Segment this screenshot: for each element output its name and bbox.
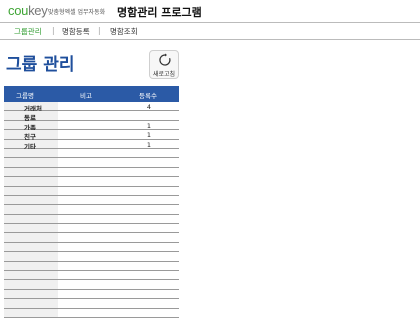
- tab-card-search[interactable]: 명함조회: [110, 26, 138, 37]
- row-name-cell: [4, 158, 58, 167]
- nav-separator: |: [98, 26, 101, 35]
- table-header: 그룹명 비고 등록수: [4, 86, 179, 102]
- program-title: 명함관리 프로그램: [117, 6, 202, 19]
- logo-text-cou: cou: [8, 3, 29, 18]
- table-row[interactable]: [4, 177, 179, 187]
- table-row[interactable]: [4, 205, 179, 215]
- table-row[interactable]: [4, 224, 179, 234]
- row-name-cell: [4, 167, 58, 177]
- row-name-cell: [4, 186, 58, 195]
- table-row[interactable]: [4, 280, 179, 290]
- table-row[interactable]: [4, 167, 179, 178]
- app-header: coukey 맞춤형엑셀 업무자동화 명함관리 프로그램: [0, 0, 420, 22]
- column-header-name: 그룹명: [16, 92, 34, 100]
- table-row[interactable]: 가족 1: [4, 120, 179, 132]
- table-row[interactable]: 거래처 4: [4, 102, 179, 113]
- row-name-cell: [4, 271, 58, 280]
- row-name-cell: [4, 205, 58, 214]
- table-row[interactable]: [4, 289, 179, 300]
- table-row[interactable]: [4, 261, 179, 272]
- row-name-cell: [4, 214, 58, 224]
- tab-group-manage[interactable]: 그룹관리: [14, 26, 42, 37]
- coukey-logo: coukey: [8, 3, 48, 18]
- row-name-cell: [4, 224, 58, 233]
- nav-separator: |: [52, 26, 55, 35]
- row-name-cell: 거래처: [4, 102, 58, 113]
- row-name-cell: [4, 177, 58, 186]
- register-count: 4: [146, 103, 152, 111]
- logo-subtitle: 맞춤형엑셀 업무자동화: [48, 9, 106, 16]
- row-name-cell: 가족: [4, 120, 58, 132]
- row-name-cell: 친구: [4, 130, 58, 141]
- row-name-cell: 기타: [4, 139, 58, 151]
- table-row[interactable]: [4, 186, 179, 196]
- table-row[interactable]: 친구 1: [4, 130, 179, 141]
- refresh-label: 새로고침: [152, 71, 176, 78]
- table-row[interactable]: [4, 158, 179, 168]
- row-name-cell: [4, 242, 58, 252]
- column-header-count: 등록수: [139, 92, 157, 100]
- table-row[interactable]: [4, 271, 179, 281]
- logo-text-key: key: [28, 3, 48, 18]
- row-name-cell: [4, 261, 58, 271]
- row-name-cell: 동료: [4, 111, 58, 122]
- row-name-cell: [4, 299, 58, 308]
- register-count: 1: [146, 140, 152, 149]
- row-name-cell: [4, 233, 58, 242]
- table-row[interactable]: [4, 214, 179, 225]
- row-name-cell: [4, 195, 58, 205]
- refresh-icon: [159, 53, 171, 66]
- group-table: 그룹명 비고 등록수 거래처 4 동료 가족 1 친구 1 기타 1: [4, 86, 179, 318]
- table-row[interactable]: [4, 252, 179, 262]
- column-header-note: 비고: [80, 92, 92, 100]
- row-name-cell: [4, 280, 58, 289]
- row-name-cell: [4, 289, 58, 299]
- table-row[interactable]: [4, 195, 179, 206]
- refresh-button[interactable]: 새로고침: [149, 50, 179, 79]
- table-row[interactable]: [4, 233, 179, 243]
- row-name-cell: [4, 252, 58, 261]
- table-row[interactable]: 동료: [4, 111, 179, 122]
- tab-card-register[interactable]: 명함등록: [62, 26, 90, 37]
- register-count: 1: [146, 121, 152, 130]
- table-body: 거래처 4 동료 가족 1 친구 1 기타 1: [4, 102, 179, 318]
- table-row[interactable]: [4, 242, 179, 253]
- register-count: 1: [146, 131, 152, 140]
- row-name-cell: [4, 308, 58, 317]
- table-row[interactable]: 기타 1: [4, 139, 179, 151]
- table-row[interactable]: [4, 308, 179, 318]
- page-title: 그룹 관리: [6, 55, 75, 75]
- table-row[interactable]: [4, 148, 179, 159]
- table-row[interactable]: [4, 299, 179, 309]
- main-nav: 그룹관리 | 명함등록 | 명함조회: [0, 22, 420, 40]
- row-name-cell: [4, 148, 58, 158]
